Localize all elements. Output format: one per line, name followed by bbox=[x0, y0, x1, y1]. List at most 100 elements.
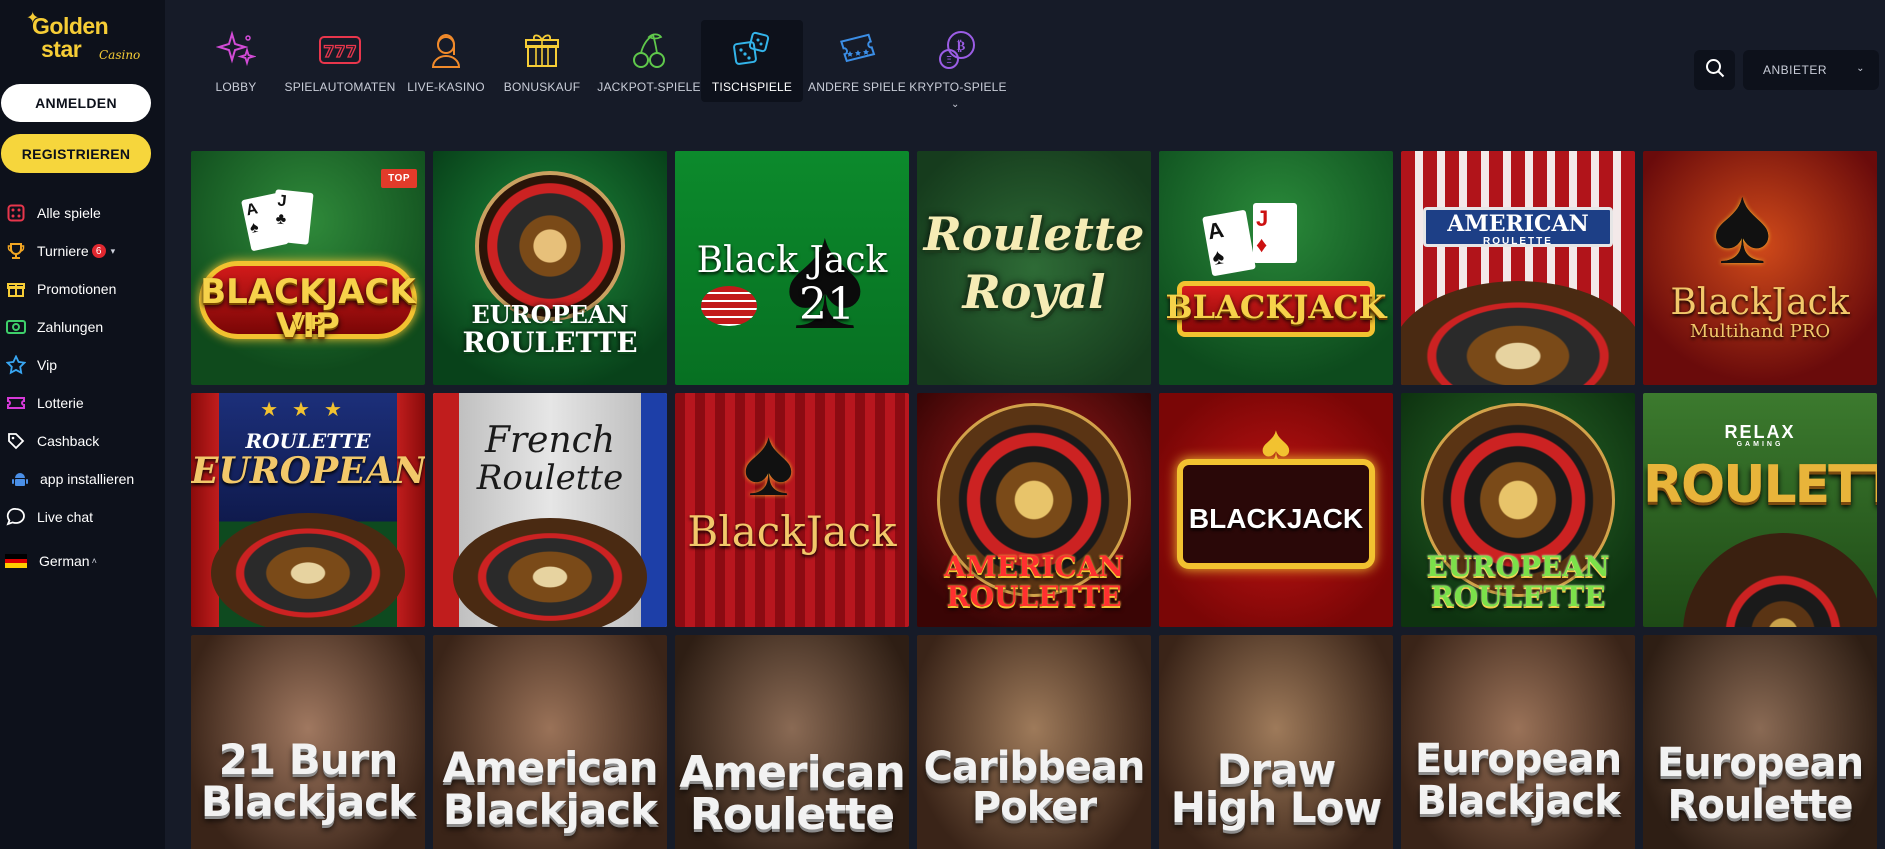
game-tile[interactable]: AMERICAN ROULETTE bbox=[1401, 151, 1635, 385]
provider-label: ANBIETER bbox=[1763, 63, 1828, 77]
tab-slots[interactable]: 777 SPIELAUTOMATEN bbox=[284, 20, 395, 102]
tab-label: LIVE-KASINO bbox=[407, 80, 485, 94]
chevron-up-icon: ˄ bbox=[91, 556, 97, 566]
chevron-down-icon: ⌄ bbox=[1856, 63, 1865, 74]
game-tile[interactable]: AMERICAN ROULETTE bbox=[917, 393, 1151, 627]
game-title: ROULETTE bbox=[462, 326, 638, 359]
game-tile[interactable]: American Blackjack bbox=[433, 635, 667, 849]
game-tile[interactable]: European Roulette bbox=[1643, 635, 1877, 849]
game-tile[interactable]: French Roulette bbox=[433, 393, 667, 627]
tag-icon bbox=[5, 430, 27, 452]
game-tile[interactable]: ★★★ ROULETTE EUROPEAN bbox=[191, 393, 425, 627]
sidebar-item-label: app installieren bbox=[40, 471, 135, 487]
game-subtitle: VIP bbox=[291, 312, 325, 334]
game-subtitle: Multihand PRO bbox=[1689, 321, 1831, 342]
game-title: Black Jack bbox=[696, 240, 888, 281]
game-title: Royal bbox=[962, 265, 1106, 319]
provider-select[interactable]: ANBIETER ⌄ bbox=[1743, 50, 1879, 90]
game-title: Roulette bbox=[1667, 782, 1854, 828]
cherry-icon bbox=[627, 28, 671, 72]
curtain-left bbox=[191, 393, 219, 627]
dice-pair-icon bbox=[730, 28, 774, 72]
game-subtitle: GAMING bbox=[1736, 441, 1784, 448]
sparkle-icon bbox=[214, 28, 258, 72]
android-icon bbox=[9, 468, 31, 490]
register-button[interactable]: REGISTRIEREN bbox=[1, 134, 151, 173]
sidebar-item-install-app[interactable]: app installieren bbox=[0, 466, 134, 492]
search-icon bbox=[1705, 58, 1725, 83]
game-tile[interactable]: EUROPEAN ROULETTE bbox=[433, 151, 667, 385]
game-title: BlackJack bbox=[1670, 282, 1850, 323]
game-title: High Low bbox=[1170, 783, 1383, 832]
roulette-wheel bbox=[1683, 533, 1877, 627]
sidebar-item-payments[interactable]: Zahlungen bbox=[0, 314, 103, 340]
sidebar-item-vip[interactable]: Vip bbox=[0, 352, 57, 378]
search-button[interactable] bbox=[1694, 50, 1735, 90]
tab-bonus-buy[interactable]: BONUSKAUF bbox=[502, 20, 582, 102]
svg-text:₿: ₿ bbox=[957, 39, 966, 54]
roulette-wheel bbox=[475, 171, 625, 321]
sidebar-item-live-chat[interactable]: Live chat bbox=[0, 504, 93, 530]
spade-icon: ♠ bbox=[1713, 164, 1772, 287]
game-tile[interactable]: A ♠ J ♣ BLACKJACK VIP VIP TOP bbox=[191, 151, 425, 385]
game-tile[interactable]: ♠ BlackJack bbox=[675, 393, 909, 627]
tab-live-casino[interactable]: LIVE-KASINO bbox=[401, 20, 491, 102]
brand-logo[interactable]: ✦ Golden star Casino bbox=[26, 10, 140, 66]
game-title: ROULETTE bbox=[245, 429, 371, 453]
sidebar-item-lottery[interactable]: Lotterie bbox=[0, 390, 84, 416]
game-tile[interactable]: American Roulette bbox=[675, 635, 909, 849]
gift-icon bbox=[5, 278, 27, 300]
game-title: Blackjack bbox=[1416, 778, 1621, 824]
game-title: European bbox=[1414, 736, 1622, 782]
login-button[interactable]: ANMELDEN bbox=[1, 84, 151, 122]
game-tile[interactable]: European Blackjack bbox=[1401, 635, 1635, 849]
ticket-icon bbox=[5, 392, 27, 414]
game-title: Caribbean bbox=[923, 744, 1146, 790]
logo-script: Casino bbox=[99, 48, 141, 62]
spade-icon: ♠ bbox=[743, 409, 794, 516]
game-title: European bbox=[1656, 740, 1864, 786]
game-title: Blackjack bbox=[442, 785, 658, 834]
game-tile[interactable]: EUROPEAN ROULETTE bbox=[1401, 393, 1635, 627]
tab-jackpot-games[interactable]: JACKPOT-SPIELE bbox=[597, 20, 701, 102]
game-tile[interactable]: ♠ Black Jack 21 bbox=[675, 151, 909, 385]
game-title: 21 Burn bbox=[218, 735, 399, 784]
cash-icon bbox=[5, 316, 27, 338]
game-tile[interactable]: 21 Burn Blackjack bbox=[191, 635, 425, 849]
game-tile[interactable]: ♠ BLACKJACK bbox=[1159, 393, 1393, 627]
game-title: EUROPEAN bbox=[1426, 550, 1610, 583]
tab-label: BONUSKAUF bbox=[503, 80, 581, 94]
tab-crypto-games[interactable]: ₿ Ξ KRYPTO-SPIELE bbox=[909, 20, 1007, 102]
star-icon bbox=[5, 354, 27, 376]
sidebar-item-label: Lotterie bbox=[37, 395, 84, 411]
tab-other-games[interactable]: ANDERE SPIELE bbox=[807, 20, 907, 102]
game-tile[interactable]: RELAX GAMING ROULETTE bbox=[1643, 393, 1877, 627]
sidebar: ✦ Golden star Casino ANMELDEN REGISTRIER… bbox=[0, 0, 165, 849]
sidebar-item-label: Alle spiele bbox=[37, 205, 101, 221]
game-title: French bbox=[484, 420, 616, 461]
playing-card-j: J ♦ bbox=[1253, 203, 1297, 263]
chevron-down-icon[interactable]: ⌄ bbox=[951, 99, 959, 110]
playing-card-j: J ♣ bbox=[270, 189, 314, 245]
game-tile[interactable]: Draw High Low bbox=[1159, 635, 1393, 849]
spade-icon: ♠ bbox=[1261, 413, 1291, 476]
game-tile[interactable]: A ♠ J ♦ BLACKJACK bbox=[1159, 151, 1393, 385]
game-title: AMERICAN bbox=[1447, 211, 1589, 237]
roulette-wheel bbox=[1401, 281, 1635, 385]
sidebar-item-cashback[interactable]: Cashback bbox=[0, 428, 99, 454]
tab-lobby[interactable]: LOBBY bbox=[205, 20, 267, 102]
language-selector[interactable]: German ˄ bbox=[0, 548, 97, 574]
logo-line2: star bbox=[41, 36, 82, 62]
tab-label: JACKPOT-SPIELE bbox=[597, 80, 701, 94]
sidebar-item-tournaments[interactable]: Turniere 6 ▾ bbox=[0, 238, 115, 264]
sidebar-item-all-games[interactable]: Alle spiele bbox=[0, 200, 101, 226]
game-tile[interactable]: Caribbean Poker bbox=[917, 635, 1151, 849]
game-tile[interactable]: ♠ BlackJack Multihand PRO bbox=[1643, 151, 1877, 385]
game-tile[interactable]: Roulette Royal bbox=[917, 151, 1151, 385]
tab-table-games[interactable]: TISCHSPIELE bbox=[701, 20, 803, 102]
curtain-right bbox=[397, 393, 425, 627]
game-title: BLACKJACK bbox=[1188, 503, 1364, 534]
sidebar-item-promotions[interactable]: Promotionen bbox=[0, 276, 116, 302]
chat-icon bbox=[5, 506, 27, 528]
ticket-stars-icon bbox=[835, 28, 879, 72]
